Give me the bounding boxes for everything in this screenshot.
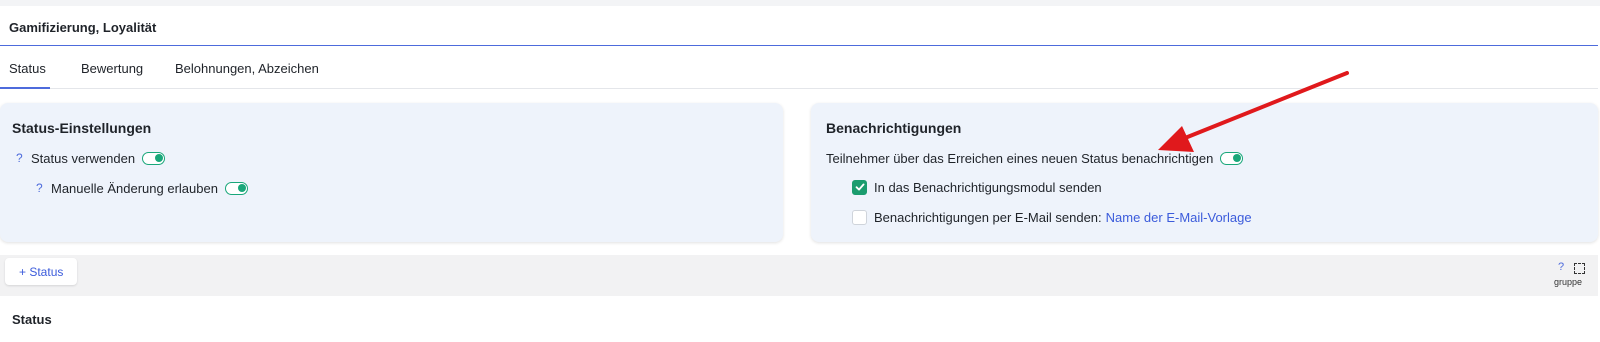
send-to-module-checkbox[interactable] xyxy=(852,179,867,195)
status-section-title: Status xyxy=(12,312,52,327)
notifications-title: Benachrichtigungen xyxy=(826,120,962,136)
tab-belohnungen-abzeichen[interactable]: Belohnungen, Abzeichen xyxy=(175,61,319,76)
add-status-button[interactable]: + Status xyxy=(5,258,78,285)
send-to-module-row: In das Benachrichtigungsmodul senden xyxy=(852,178,1102,196)
page-title: Gamifizierung, Loyalität xyxy=(9,20,157,35)
send-email-checkbox[interactable] xyxy=(852,209,867,225)
page: Gamifizierung, Loyalität Status Bewertun… xyxy=(0,0,1600,342)
status-toolbar: + Status ? gruppe xyxy=(0,255,1598,296)
group-label: gruppe xyxy=(1554,277,1583,287)
use-status-toggle[interactable] xyxy=(142,151,166,165)
notify-new-status-row: Teilnehmer über das Erreichen eines neue… xyxy=(826,149,1244,167)
help-icon[interactable]: ? xyxy=(16,151,28,165)
tab-status[interactable]: Status xyxy=(9,61,46,76)
email-template-link[interactable]: Name der E-Mail-Vorlage xyxy=(1106,210,1252,225)
help-icon[interactable]: ? xyxy=(1558,261,1564,273)
toggle-knob xyxy=(237,183,246,192)
checkmark-icon xyxy=(855,183,864,191)
page-header: Gamifizierung, Loyalität xyxy=(0,6,1598,46)
status-settings-panel: Status-Einstellungen ? Status verwenden … xyxy=(0,103,783,242)
use-status-row: ? Status verwenden xyxy=(16,149,166,167)
manual-change-row: ? Manuelle Änderung erlauben xyxy=(36,179,248,197)
tab-bewertung[interactable]: Bewertung xyxy=(81,61,143,76)
use-status-label: Status verwenden xyxy=(31,150,136,166)
send-email-row: Benachrichtigungen per E-Mail senden: Na… xyxy=(852,208,1252,226)
manual-change-label: Manuelle Änderung erlauben xyxy=(51,180,218,196)
notify-new-status-toggle[interactable] xyxy=(1220,151,1244,165)
send-email-label: Benachrichtigungen per E-Mail senden: xyxy=(874,209,1102,225)
notifications-panel: Benachrichtigungen Teilnehmer über das E… xyxy=(811,103,1598,242)
manual-change-toggle[interactable] xyxy=(224,181,248,195)
active-tab-indicator xyxy=(0,87,50,89)
group-tool: ? gruppe xyxy=(1554,261,1588,289)
group-select-icon[interactable] xyxy=(1574,263,1585,274)
send-to-module-label: In das Benachrichtigungsmodul senden xyxy=(874,179,1102,195)
notify-new-status-label: Teilnehmer über das Erreichen eines neue… xyxy=(826,150,1214,166)
toggle-knob xyxy=(155,153,164,162)
status-section: Status xyxy=(0,296,1598,342)
toggle-knob xyxy=(1233,153,1242,162)
help-icon[interactable]: ? xyxy=(36,181,48,195)
status-settings-title: Status-Einstellungen xyxy=(12,120,152,136)
tab-bar: Status Bewertung Belohnungen, Abzeichen xyxy=(0,46,1598,89)
